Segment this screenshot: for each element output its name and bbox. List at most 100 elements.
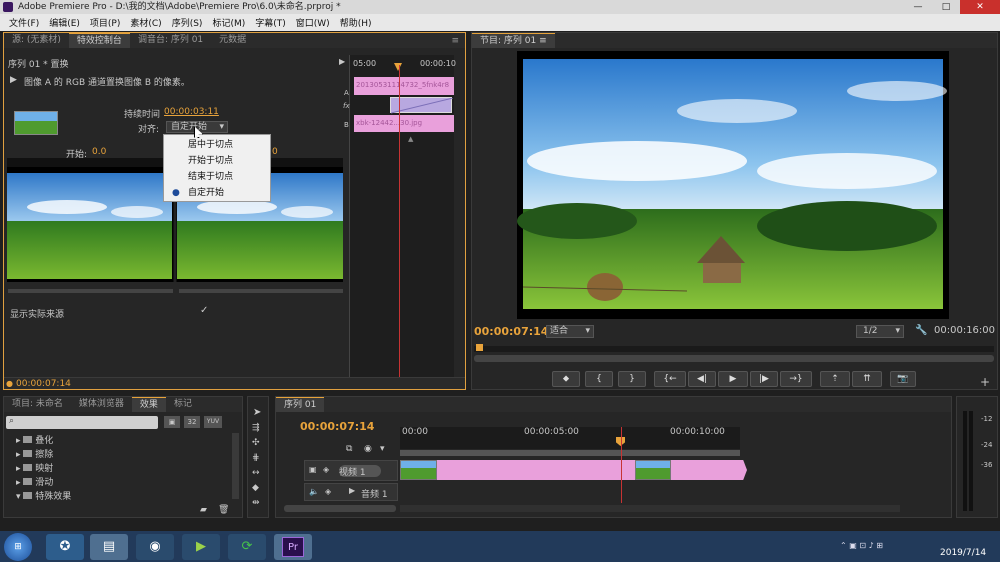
effects-scrollbar[interactable] — [232, 433, 239, 499]
marker-icon[interactable]: ◉ — [364, 444, 372, 454]
program-current-time[interactable]: 00:00:07:14 — [474, 325, 548, 338]
align-option-start[interactable]: 开始于切点 — [164, 153, 270, 169]
work-area-bar[interactable] — [400, 450, 740, 456]
selection-tool-icon[interactable]: ➤ — [253, 407, 261, 418]
video-clip-b-thumb[interactable] — [635, 460, 671, 480]
tab-source[interactable]: 源: (无素材) — [4, 33, 69, 48]
tab-sequence-01[interactable]: 序列 01 — [276, 397, 325, 412]
tab-markers[interactable]: 标记 — [166, 397, 200, 412]
clip-b[interactable]: xbk-12442...30.jpg — [354, 115, 454, 132]
timeline-ruler[interactable]: 00:00 00:00:05:00 00:00:10:00 — [400, 427, 740, 449]
snap-icon[interactable]: ⧉ — [346, 444, 352, 454]
mark-in-button[interactable]: { — [585, 371, 613, 387]
play-button[interactable]: ▶ — [718, 371, 748, 387]
resolution-select[interactable]: 1/2 ▾ — [856, 325, 904, 338]
tab-effects[interactable]: 效果 — [131, 397, 166, 412]
new-bin-icon[interactable]: ▰ — [200, 505, 207, 515]
add-marker-button[interactable]: ⬥ — [552, 371, 580, 387]
media-player-icon[interactable]: ✪ — [46, 534, 84, 560]
menu-sequence[interactable]: 序列(S) — [167, 16, 208, 29]
folder-item[interactable]: ▾ 特殊效果 — [16, 489, 71, 503]
menu-edit[interactable]: 编辑(E) — [44, 16, 85, 29]
expand-arrow-icon[interactable]: ▶ — [10, 75, 17, 85]
lock-track-icon[interactable]: ◈ — [325, 487, 331, 496]
end-value[interactable]: 0 — [272, 147, 278, 157]
step-forward-button[interactable]: |▶ — [750, 371, 778, 387]
expand-track-icon[interactable]: ▶ — [349, 486, 355, 495]
menu-project[interactable]: 项目(P) — [85, 16, 125, 29]
export-frame-button[interactable]: 📷 — [890, 371, 916, 387]
refresh-app-icon[interactable]: ⟳ — [228, 534, 266, 560]
speaker-icon[interactable]: 🔈 — [309, 487, 319, 496]
32bit-effects-button[interactable]: 32 — [184, 416, 200, 428]
menu-help[interactable]: 帮助(H) — [335, 16, 377, 29]
yuv-effects-button[interactable]: YUV — [204, 416, 222, 428]
program-zoom-scrollbar[interactable] — [474, 355, 994, 362]
timeline-horizontal-scrollbar[interactable] — [400, 505, 900, 512]
folder-item[interactable]: ▸ 滑动 — [16, 475, 71, 489]
premiere-taskbar-icon[interactable]: Pr — [274, 534, 312, 560]
menu-window[interactable]: 窗口(W) — [291, 16, 335, 29]
add-button-icon[interactable]: + — [980, 375, 990, 389]
folder-item[interactable]: ▸ 映射 — [16, 461, 71, 475]
mini-playhead-marker[interactable] — [394, 63, 402, 71]
start-value[interactable]: 0.0 — [92, 147, 106, 157]
folder-item[interactable]: ▸ 擦除 — [16, 447, 71, 461]
close-button[interactable]: ✕ — [960, 0, 1000, 14]
add-marker-icon[interactable]: ▾ — [380, 444, 385, 454]
delete-icon[interactable]: 🗑 — [218, 505, 229, 515]
align-option-end[interactable]: 结束于切点 — [164, 169, 270, 185]
effects-search-input[interactable]: ⌕ — [6, 416, 158, 429]
audio-track-header[interactable]: 🔈 ◈ ▶ 音频 1 — [304, 483, 398, 501]
extract-button[interactable]: ⇈ — [852, 371, 882, 387]
folder-item[interactable]: ▸ 叠化 — [16, 433, 71, 447]
align-option-center[interactable]: 居中于切点 — [164, 137, 270, 153]
ripple-edit-tool-icon[interactable]: ✣ — [252, 438, 260, 448]
timeline-current-time[interactable]: 00:00:07:14 — [300, 420, 374, 433]
file-explorer-icon[interactable]: ▤ — [90, 534, 128, 560]
mark-out-button[interactable]: } — [618, 371, 646, 387]
effect-controls-time[interactable]: 00:00:07:14 — [16, 379, 71, 389]
video-clip-b[interactable] — [671, 460, 747, 480]
minimize-button[interactable]: — — [904, 0, 932, 14]
menu-title[interactable]: 字幕(T) — [250, 16, 291, 29]
tab-metadata[interactable]: 元数据 — [211, 33, 254, 48]
slip-tool-icon[interactable]: ⇹ — [252, 498, 260, 508]
lock-track-icon[interactable]: ◈ — [323, 465, 329, 474]
show-actual-sources-checkbox[interactable]: ✓ — [200, 305, 208, 316]
rolling-edit-tool-icon[interactable]: ⋕ — [252, 453, 260, 463]
clip-a[interactable]: 20130531114732_5fnk4r8 — [354, 77, 454, 95]
wrench-icon[interactable]: 🔧 — [915, 325, 927, 336]
tab-project[interactable]: 项目: 未命名 — [4, 397, 71, 412]
tab-audio-mixer[interactable]: 调音台: 序列 01 — [130, 33, 211, 48]
go-to-out-button[interactable]: →} — [780, 371, 812, 387]
tray-icons[interactable]: ⌃ ▣ ⊡ ♪ ⊞ — [840, 541, 883, 550]
align-option-custom[interactable]: ● 自定开始 — [164, 185, 270, 201]
tab-program[interactable]: 节目: 序列 01 ≡ — [472, 33, 555, 48]
track-select-tool-icon[interactable]: ⇶ — [252, 423, 260, 433]
lift-button[interactable]: ⇡ — [820, 371, 850, 387]
menu-marker[interactable]: 标记(M) — [207, 16, 250, 29]
toggle-output-icon[interactable]: ▣ — [309, 465, 317, 474]
rate-stretch-tool-icon[interactable]: ↔ — [252, 468, 260, 478]
firefox-icon[interactable]: ◉ — [136, 534, 174, 560]
video-editor-icon[interactable]: ▶ — [182, 534, 220, 560]
duration-value[interactable]: 00:00:03:11 — [164, 107, 219, 117]
program-mini-ruler[interactable] — [474, 344, 994, 352]
preview-b-slider[interactable] — [179, 289, 343, 293]
maximize-button[interactable]: □ — [932, 0, 960, 14]
menu-file[interactable]: 文件(F) — [4, 16, 44, 29]
video-clip-a[interactable] — [437, 460, 635, 480]
accelerated-effects-icon[interactable]: ▣ — [164, 416, 180, 428]
preview-a-slider[interactable] — [8, 289, 173, 293]
razor-tool-icon[interactable]: ◆ — [252, 483, 259, 493]
program-playhead-marker[interactable] — [476, 344, 483, 351]
video-clip-a-thumb[interactable] — [400, 460, 437, 480]
play-transition-icon[interactable]: ▶ — [339, 57, 345, 66]
menu-clip[interactable]: 素材(C) — [125, 16, 166, 29]
panel-menu-icon[interactable]: ≡ — [451, 36, 465, 46]
step-back-button[interactable]: ◀| — [688, 371, 716, 387]
fit-select[interactable]: 适合 ▾ — [546, 325, 594, 338]
tab-media-browser[interactable]: 媒体浏览器 — [71, 397, 132, 412]
timeline-zoom-scrollbar[interactable] — [284, 505, 396, 512]
